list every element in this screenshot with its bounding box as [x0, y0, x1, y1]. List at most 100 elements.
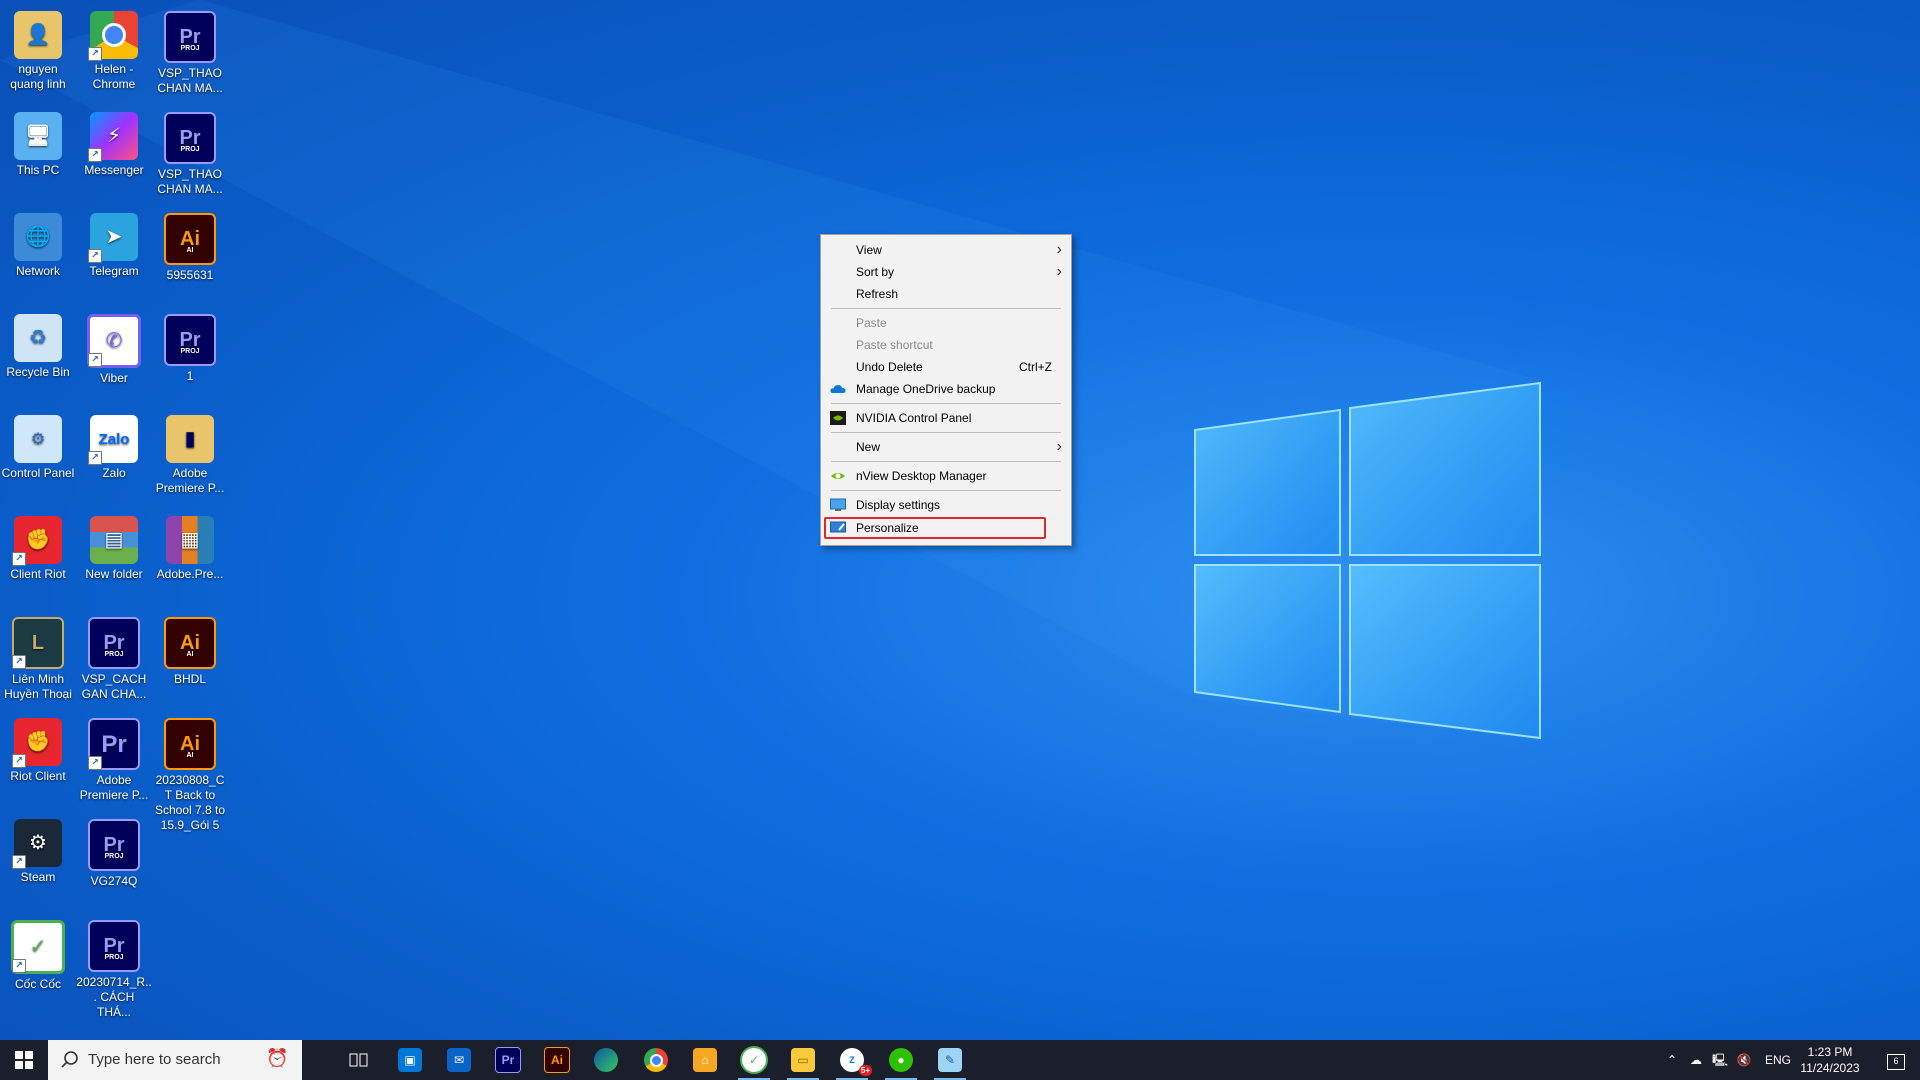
desktop-icon-network[interactable]: 🌐 Network — [0, 207, 76, 303]
recycle-bin-icon: ♻ — [14, 314, 62, 362]
winrar-archive-icon: ▦ — [166, 516, 214, 564]
riot-icon: ✊ ↗ — [12, 718, 62, 768]
desktop-icon-control-panel[interactable]: ⚙ Control Panel — [0, 409, 76, 505]
desktop-icon-label: VSP_THAO CHAN MA... — [157, 167, 223, 196]
display-icon — [830, 498, 846, 511]
desktop-icon-label: VSP_CACH GAN CHA... — [81, 672, 147, 701]
desktop-icon-premiere-project[interactable]: Pr PROJ VSP_THAO CHAN MA... — [152, 5, 228, 101]
taskbar-store[interactable]: ▣ — [386, 1040, 434, 1080]
taskbar-search-box[interactable]: Type here to search ⏰ — [48, 1040, 302, 1080]
desktop-icon-label: Liên Minh Huyền Thoại — [4, 672, 72, 701]
desktop-icon-this-pc[interactable]: 🖥 This PC — [0, 106, 76, 202]
desktop-icon-user-folder[interactable]: 👤 nguyen quang linh — [0, 5, 76, 101]
desktop-icon-messenger[interactable]: ⚡ ↗ Messenger — [76, 106, 152, 202]
menu-item-undo-delete[interactable]: Undo Delete Ctrl+Z — [822, 356, 1070, 378]
desktop-icon-zalo[interactable]: Zalo ↗ Zalo — [76, 409, 152, 505]
desktop-icon-winrar-archive[interactable]: ▦ Adobe.Pre... — [152, 510, 228, 606]
menu-item-nvidia[interactable]: NVIDIA Control Panel — [822, 407, 1070, 429]
taskbar-task-view[interactable] — [335, 1040, 383, 1080]
winrar-icon: ▤ — [90, 516, 138, 564]
desktop-icon-illustrator-file[interactable]: Ai AI 5955631 — [152, 207, 228, 303]
premiere-folder-icon: ▮ — [166, 415, 214, 463]
computer-icon: 🖥 — [14, 112, 62, 160]
desktop-icon-viber[interactable]: ✆ ↗ Viber — [76, 308, 152, 404]
desktop-icon-label: This PC — [16, 163, 60, 177]
taskbar-coccoc[interactable]: ✓ — [730, 1040, 778, 1080]
desktop-icon-premiere-folder[interactable]: ▮ Adobe Premiere P... — [152, 409, 228, 505]
desktop-icon-riot-client[interactable]: ✊ ↗ Riot Client — [0, 712, 76, 808]
taskbar: Type here to search ⏰ ▣ ✉ Pr Ai ⌂ ✓ ▭ Z … — [0, 1040, 1920, 1080]
desktop-icon-illustrator-file[interactable]: Ai AI BHDL — [152, 611, 228, 707]
chevron-up-icon[interactable]: ⌃ — [1660, 1040, 1684, 1080]
menu-item-display-settings[interactable]: Display settings — [822, 494, 1070, 516]
coccoc-icon: ✓ ↗ — [11, 920, 65, 974]
illustrator-file-icon: Ai AI — [164, 718, 216, 770]
taskbar-zalo[interactable]: Z 5+ — [828, 1040, 876, 1080]
system-tray: ⌃ ☁ 🖳 🔇 ENG 1:23 PM 11/24/2023 6 — [1660, 1040, 1920, 1080]
menu-separator — [831, 461, 1061, 462]
start-button[interactable] — [0, 1040, 48, 1080]
desktop-icon-illustrator-file[interactable]: Ai AI 20230808_CT Back to School 7.8 to 1… — [152, 712, 228, 832]
desktop-icon-premiere-project[interactable]: Pr PROJ VG274Q — [76, 813, 152, 909]
desktop-icon-client-riot[interactable]: ✊ ↗ Client Riot — [0, 510, 76, 606]
menu-item-paste[interactable]: Paste — [822, 312, 1070, 334]
taskbar-premiere[interactable]: Pr — [484, 1040, 532, 1080]
menu-item-new[interactable]: New › — [822, 436, 1070, 458]
desktop-icon-steam[interactable]: ⚙ ↗ Steam — [0, 813, 76, 909]
menu-item-label: View — [856, 243, 882, 257]
premiere-app-icon: Pr ↗ — [88, 718, 140, 770]
menu-item-nview[interactable]: nView Desktop Manager — [822, 465, 1070, 487]
desktop-icon-premiere-project[interactable]: Pr PROJ VSP_THAO CHAN MA... — [152, 106, 228, 202]
taskbar-file-explorer[interactable]: ▭ — [779, 1040, 827, 1080]
control-panel-icon: ⚙ — [14, 415, 62, 463]
desktop-icon-recycle-bin[interactable]: ♻ Recycle Bin — [0, 308, 76, 404]
chevron-right-icon: › — [1056, 438, 1062, 455]
shortcut-arrow-icon: ↗ — [12, 855, 26, 869]
menu-item-label: nView Desktop Manager — [856, 469, 987, 483]
notepad-icon: ✎ — [938, 1048, 962, 1072]
menu-item-sort-by[interactable]: Sort by › — [822, 261, 1070, 283]
league-icon: L ↗ — [12, 617, 64, 669]
illustrator-file-icon: Ai AI — [164, 213, 216, 265]
premiere-project-icon: Pr PROJ — [88, 819, 140, 871]
taskbar-chrome[interactable] — [632, 1040, 680, 1080]
shortcut-arrow-icon: ↗ — [12, 754, 26, 768]
taskbar-mail[interactable]: ✉ — [435, 1040, 483, 1080]
desktop-icon-premiere-project[interactable]: Pr PROJ VSP_CACH GAN CHA... — [76, 611, 152, 707]
menu-item-paste-shortcut[interactable]: Paste shortcut — [822, 334, 1070, 356]
desktop-icon-label: BHDL — [173, 672, 206, 686]
desktop-icon-coccoc[interactable]: ✓ ↗ Cốc Cốc — [0, 914, 76, 1010]
desktop-icon-premiere-project[interactable]: Pr PROJ 20230714_R... CÁCH THÁ... — [76, 914, 152, 1019]
menu-item-refresh[interactable]: Refresh — [822, 283, 1070, 305]
notification-center-icon[interactable]: 6 — [1880, 1040, 1912, 1080]
desktop-icon-league[interactable]: L ↗ Liên Minh Huyền Thoại — [0, 611, 76, 707]
clock-date: 11/24/2023 — [1800, 1061, 1860, 1075]
zalo-icon: Zalo ↗ — [88, 415, 138, 465]
desktop-icon-label: Control Panel — [1, 466, 75, 480]
onedrive-icon[interactable]: ☁ — [1684, 1040, 1708, 1080]
clock[interactable]: 1:23 PM 11/24/2023 — [1790, 1044, 1870, 1076]
menu-item-label: Refresh — [856, 287, 899, 301]
network-status-icon[interactable]: 🖳 — [1708, 1040, 1732, 1080]
desktop-icon-helen-chrome[interactable]: ↗ Helen - Chrome — [76, 5, 152, 101]
taskbar-notepad[interactable]: ✎ — [926, 1040, 974, 1080]
desktop-icon-premiere-app[interactable]: Pr ↗ Adobe Premiere P... — [76, 712, 152, 808]
menu-item-onedrive[interactable]: Manage OneDrive backup — [822, 378, 1070, 400]
desktop-icon-telegram[interactable]: ➤ ↗ Telegram — [76, 207, 152, 303]
shortcut-arrow-icon: ↗ — [88, 249, 102, 263]
menu-item-view[interactable]: View › — [822, 239, 1070, 261]
desktop-icon-premiere-project[interactable]: Pr PROJ 1 — [152, 308, 228, 404]
search-highlight-icon: ⏰ — [266, 1048, 289, 1068]
volume-muted-icon[interactable]: 🔇 — [1732, 1040, 1756, 1080]
desktop-icon-label: Helen - Chrome — [92, 62, 136, 91]
desktop-icon-new-folder[interactable]: ▤ New folder — [76, 510, 152, 606]
riot-icon: ✊ ↗ — [12, 516, 62, 566]
notification-badge: 5+ — [858, 1065, 872, 1076]
desktop-icon-label: Recycle Bin — [6, 365, 70, 379]
taskbar-wechat[interactable]: ● — [877, 1040, 925, 1080]
menu-item-label: New — [856, 440, 881, 454]
taskbar-illustrator[interactable]: Ai — [533, 1040, 581, 1080]
desktop-icon-label: Adobe Premiere P... — [79, 773, 149, 802]
taskbar-shop[interactable]: ⌂ — [681, 1040, 729, 1080]
taskbar-edge[interactable] — [582, 1040, 630, 1080]
